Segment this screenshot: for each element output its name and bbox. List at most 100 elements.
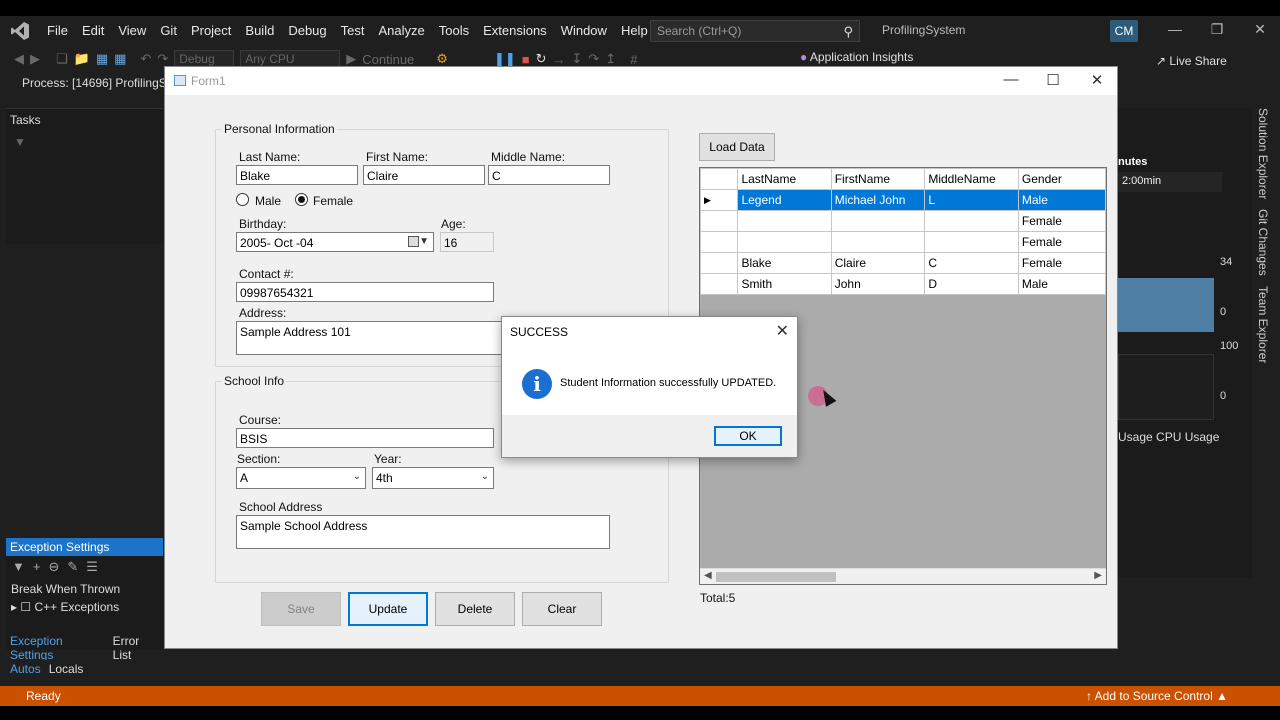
first-name-field[interactable]: Claire	[363, 165, 485, 185]
filter-icon[interactable]: ▼	[12, 559, 25, 577]
avatar[interactable]: CM	[1110, 20, 1138, 42]
row-pointer-icon[interactable]: ▶	[700, 189, 739, 211]
add-to-source-control-button[interactable]: ↑ Add to Source Control ▲	[1086, 689, 1228, 703]
cell-firstname[interactable]: John	[830, 273, 926, 295]
cell-lastname[interactable]	[737, 231, 832, 253]
step-over-icon[interactable]: ↷	[588, 51, 599, 67]
cell-gender[interactable]: Female	[1017, 210, 1106, 232]
menu-debug[interactable]: Debug	[281, 16, 333, 46]
row-header[interactable]	[700, 231, 739, 253]
scroll-right-icon[interactable]: ▶	[1094, 570, 1102, 581]
hot-reload-icon[interactable]: ⚙	[436, 51, 448, 67]
row-header[interactable]	[700, 273, 739, 295]
undo-icon[interactable]: ↶	[140, 51, 151, 67]
tab-team-explorer[interactable]: Team Explorer	[1256, 286, 1270, 363]
menu-window[interactable]: Window	[554, 16, 614, 46]
table-row[interactable]: Blake Claire C Female	[700, 252, 1106, 274]
checkbox-icon[interactable]: ☐	[20, 600, 31, 614]
cell-gender[interactable]: Male	[1017, 273, 1106, 295]
table-row[interactable]: Female	[700, 210, 1106, 232]
forward-icon[interactable]: ▶	[30, 51, 40, 67]
break-all-icon[interactable]: ❚❚	[494, 51, 516, 67]
update-button[interactable]: Update	[348, 592, 428, 626]
female-radio[interactable]	[295, 193, 308, 206]
school-address-field[interactable]: Sample School Address	[236, 515, 610, 549]
application-insights-button[interactable]: ● Application Insights	[800, 50, 913, 64]
cell-gender[interactable]: Female	[1017, 252, 1106, 274]
cell-lastname[interactable]: Smith	[737, 273, 832, 295]
search-input[interactable]: Search (Ctrl+Q) ⚲	[650, 20, 860, 42]
tab-error-list[interactable]: Error List	[109, 632, 163, 664]
column-header-firstname[interactable]: FirstName	[830, 168, 926, 190]
visual-studio-logo-icon[interactable]	[0, 16, 40, 46]
cell-firstname[interactable]	[830, 210, 926, 232]
tab-solution-explorer[interactable]: Solution Explorer	[1256, 108, 1270, 199]
menu-analyze[interactable]: Analyze	[371, 16, 431, 46]
cell-lastname[interactable]: Legend	[737, 189, 832, 211]
live-share-button[interactable]: ↗ Live Share	[1156, 54, 1227, 68]
back-icon[interactable]: ◀	[14, 51, 24, 67]
last-name-field[interactable]: Blake	[236, 165, 358, 185]
table-row[interactable]: Female	[700, 231, 1106, 253]
scrollbar-thumb[interactable]	[716, 572, 836, 582]
cell-middlename[interactable]: L	[924, 189, 1019, 211]
dialog-close-icon[interactable]: ✕	[776, 321, 789, 341]
form-close-icon[interactable]: ✕	[1082, 71, 1112, 89]
add-icon[interactable]: +	[33, 559, 41, 577]
menu-file[interactable]: File	[40, 16, 75, 46]
tab-git-changes[interactable]: Git Changes	[1256, 209, 1270, 276]
tab-locals[interactable]: Locals	[45, 660, 88, 678]
continue-icon[interactable]: ▶	[346, 51, 356, 67]
row-header[interactable]	[700, 210, 739, 232]
menu-tools[interactable]: Tools	[432, 16, 476, 46]
menu-test[interactable]: Test	[334, 16, 372, 46]
section-select[interactable]: A ⌄	[236, 467, 366, 489]
column-header-lastname[interactable]: LastName	[737, 168, 832, 190]
redo-icon[interactable]: ↷	[157, 51, 168, 67]
minimize-icon[interactable]: —	[1160, 21, 1190, 37]
birthday-datepicker[interactable]: 2005- Oct -04 ▼	[236, 232, 434, 252]
chevron-down-icon[interactable]: ▼	[419, 236, 429, 247]
menu-view[interactable]: View	[111, 16, 153, 46]
step-out-icon[interactable]: ↥	[605, 51, 616, 67]
menu-help[interactable]: Help	[614, 16, 655, 46]
form-maximize-icon[interactable]: ☐	[1038, 71, 1068, 89]
list-icon[interactable]: ☰	[86, 559, 98, 577]
cell-middlename[interactable]: C	[924, 252, 1019, 274]
save-all-icon[interactable]: ▦	[114, 51, 126, 67]
menu-git[interactable]: Git	[153, 16, 184, 46]
menu-extensions[interactable]: Extensions	[476, 16, 554, 46]
middle-name-field[interactable]: C	[488, 165, 610, 185]
close-icon[interactable]: ✕	[1245, 21, 1275, 38]
stop-icon[interactable]: ■	[522, 52, 530, 67]
menu-edit[interactable]: Edit	[75, 16, 111, 46]
save-button[interactable]: Save	[261, 592, 341, 626]
contact-field[interactable]: 09987654321	[236, 282, 494, 302]
year-select[interactable]: 4th ⌄	[372, 467, 494, 489]
course-field[interactable]: BSIS	[236, 428, 494, 448]
cell-middlename[interactable]: D	[924, 273, 1019, 295]
open-folder-icon[interactable]: 📁	[74, 51, 90, 67]
new-project-icon[interactable]: ❏	[56, 51, 68, 67]
restore-icon[interactable]: ❐	[1202, 21, 1232, 38]
ok-button[interactable]: OK	[714, 426, 782, 446]
edit-icon[interactable]: ✎	[67, 559, 78, 577]
horizontal-scrollbar[interactable]: ◀ ▶	[700, 568, 1106, 584]
cell-firstname[interactable]: Michael John	[830, 189, 926, 211]
tab-autos[interactable]: Autos	[6, 660, 45, 678]
menu-project[interactable]: Project	[184, 16, 238, 46]
menu-build[interactable]: Build	[238, 16, 281, 46]
table-row[interactable]: ▶ Legend Michael John L Male	[700, 189, 1106, 211]
restart-icon[interactable]: ↻	[536, 51, 547, 67]
cell-firstname[interactable]: Claire	[830, 252, 926, 274]
cell-middlename[interactable]	[924, 210, 1019, 232]
column-header-gender[interactable]: Gender	[1017, 168, 1106, 190]
remove-icon[interactable]: ⊖	[48, 559, 59, 577]
cell-middlename[interactable]	[924, 231, 1019, 253]
scroll-left-icon[interactable]: ◀	[704, 570, 712, 581]
timeline-ruler[interactable]: 2:00min	[1118, 172, 1222, 192]
form-minimize-icon[interactable]: —	[996, 71, 1026, 88]
cell-firstname[interactable]	[830, 231, 926, 253]
cell-lastname[interactable]	[737, 210, 832, 232]
process-selector[interactable]: Process: [14696] ProfilingSy	[0, 72, 170, 94]
